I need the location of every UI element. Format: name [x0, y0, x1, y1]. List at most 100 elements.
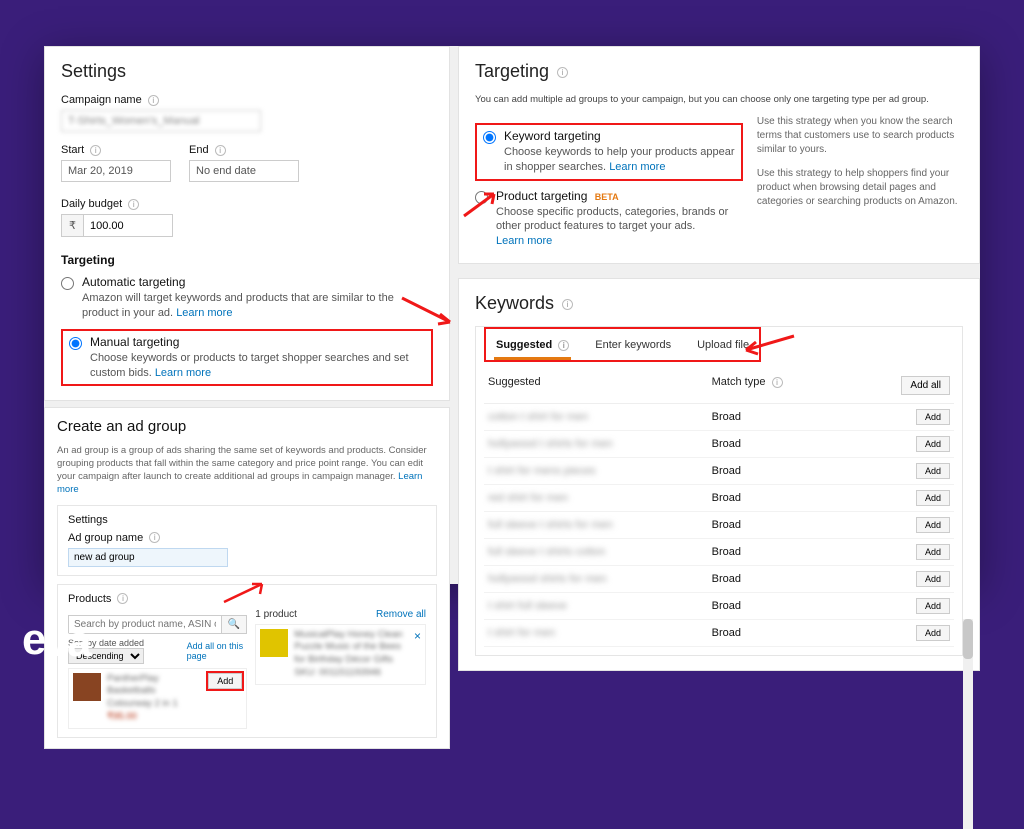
highlight-keyword-targeting: Keyword targeting Choose keywords to hel… [475, 123, 743, 181]
settings-heading: Settings [61, 61, 433, 82]
info-icon: i [90, 145, 101, 156]
scrollbar-track[interactable] [963, 619, 973, 829]
add-keyword-button[interactable]: Add [916, 517, 950, 533]
product-targeting-radio[interactable] [475, 191, 488, 204]
product-title: PantherPlay Basketballs Colourway 2 in 1 [107, 673, 202, 711]
keyword-text: t shirt for mens pieces [488, 465, 596, 477]
remove-all-link[interactable]: Remove all [376, 609, 426, 620]
selected-count: 1 product [255, 609, 297, 620]
keyword-text: full sleeve t shirts cotton [488, 546, 605, 558]
eva-logo: eva [22, 617, 89, 667]
keyword-row: red shirt for menBroadAdd [484, 485, 954, 512]
keyword-rows-container: cotton t shirt for menBroadAddhollywood … [484, 404, 954, 647]
highlight-manual-targeting: Manual targeting Choose keywords or prod… [61, 329, 433, 387]
add-keyword-button[interactable]: Add [916, 436, 950, 452]
product-thumbnail [73, 673, 101, 701]
learn-more-link[interactable]: Learn more [155, 367, 211, 379]
manual-targeting-title: Manual targeting [90, 335, 425, 349]
add-keyword-button[interactable]: Add [916, 625, 950, 641]
auto-targeting-radio[interactable] [61, 277, 74, 290]
product-thumbnail [260, 629, 288, 657]
manual-targeting-desc: Choose keywords or products to target sh… [90, 352, 409, 379]
keywords-panel: Keywords i Suggested i Enter keywords Up… [458, 278, 980, 671]
match-type: Broad [712, 600, 898, 612]
remove-item-icon[interactable]: × [414, 629, 421, 643]
manual-targeting-radio[interactable] [69, 337, 82, 350]
budget-input[interactable] [83, 214, 173, 237]
end-label: End [189, 144, 209, 156]
info-icon: i [557, 67, 568, 78]
campaign-name-input[interactable] [61, 110, 261, 132]
keyword-row: hollywood shirts for men Broad Add [484, 566, 954, 593]
end-date-input[interactable] [189, 160, 299, 182]
add-keyword-button[interactable]: Add [916, 490, 950, 506]
targeting-heading: Targeting [475, 61, 549, 81]
info-icon: i [149, 532, 160, 543]
add-keyword-button[interactable]: Add [916, 409, 950, 425]
add-keyword-button[interactable]: Add [916, 571, 950, 587]
scrollbar-thumb[interactable] [963, 619, 973, 659]
info-icon: i [558, 340, 569, 351]
match-type: Broad [712, 627, 898, 639]
tab-enter-keywords[interactable]: Enter keywords [593, 333, 673, 360]
product-price: ₹95.00 [107, 711, 202, 724]
keyword-text: t shirt for men [488, 627, 555, 639]
keyword-text: hollywood t shirts for men [488, 438, 613, 450]
search-button[interactable]: 🔍 [222, 615, 247, 634]
info-icon: i [117, 593, 128, 604]
keyword-text: t shirt full sleeve [488, 600, 567, 612]
app-canvas: Settings Campaign name i Start i End [44, 46, 980, 584]
keyword-text: full sleeve t shirts for men [488, 519, 613, 531]
tab-upload-file[interactable]: Upload file [695, 333, 751, 360]
add-keyword-button[interactable]: Add [916, 463, 950, 479]
match-type: Broad [712, 573, 898, 585]
currency-symbol: ₹ [61, 214, 83, 237]
start-label: Start [61, 144, 84, 156]
beta-badge: BETA [595, 192, 619, 202]
ad-group-desc: An ad group is a group of ads sharing th… [57, 445, 427, 482]
product-title: MusicalPlay Honey Clean Puzzle Music of … [294, 629, 408, 667]
match-type: Broad [712, 411, 898, 423]
product-search-input[interactable] [68, 615, 222, 634]
keyword-row: cotton t shirt for men Broad Add [484, 404, 954, 431]
add-all-button[interactable]: Add all [901, 376, 950, 395]
add-keyword-button[interactable]: Add [916, 544, 950, 560]
right-column: Targeting i You can add multiple ad grou… [458, 46, 980, 584]
targeting-label: Targeting [61, 253, 433, 267]
targeting-panel: Targeting i You can add multiple ad grou… [458, 46, 980, 264]
highlight-keyword-tabs: Suggested i Enter keywords Upload file [484, 327, 761, 362]
adgroup-name-input[interactable] [68, 548, 228, 567]
targeting-intro: You can add multiple ad groups to your c… [475, 94, 963, 107]
keyword-row: t shirt for men Broad Add [484, 620, 954, 647]
start-date-input[interactable] [61, 160, 171, 182]
adgroup-settings-heading: Settings [68, 514, 426, 526]
info-icon: i [128, 199, 139, 210]
product-targeting-title: Product targeting [496, 189, 587, 203]
learn-more-link[interactable]: Learn more [176, 307, 232, 319]
keyword-row: full sleeve t shirts cotton Broad Add [484, 539, 954, 566]
learn-more-link[interactable]: Learn more [496, 235, 552, 247]
adgroup-name-label: Ad group name [68, 532, 143, 544]
auto-targeting-title: Automatic targeting [82, 275, 433, 289]
keyword-row: hollywood t shirts for men Broad Add [484, 431, 954, 458]
match-type: Broad [712, 438, 898, 450]
info-icon: i [215, 145, 226, 156]
keyword-targeting-radio[interactable] [483, 131, 496, 144]
keyword-text: hollywood shirts for men [488, 573, 607, 585]
aside-product-strategy: Use this strategy to help shoppers find … [757, 167, 963, 209]
tab-suggested[interactable]: Suggested i [494, 333, 571, 360]
col-suggested: Suggested [488, 376, 712, 395]
add-keyword-button[interactable]: Add [916, 598, 950, 614]
keywords-heading: Keywords [475, 293, 554, 313]
ad-group-heading: Create an ad group [57, 418, 437, 435]
campaign-name-label: Campaign name [61, 94, 142, 106]
settings-panel: Settings Campaign name i Start i End [44, 46, 450, 401]
keyword-text: red shirt for men [488, 492, 568, 504]
keyword-text: cotton t shirt for men [488, 411, 588, 423]
add-all-on-page-link[interactable]: Add all on this page [187, 641, 248, 661]
selected-product-card: MusicalPlay Honey Clean Puzzle Music of … [255, 624, 426, 685]
match-type: Broad [712, 546, 898, 558]
add-product-button[interactable]: Add [208, 673, 242, 689]
learn-more-link[interactable]: Learn more [609, 161, 665, 173]
product-targeting-desc: Choose specific products, categories, br… [496, 206, 728, 233]
